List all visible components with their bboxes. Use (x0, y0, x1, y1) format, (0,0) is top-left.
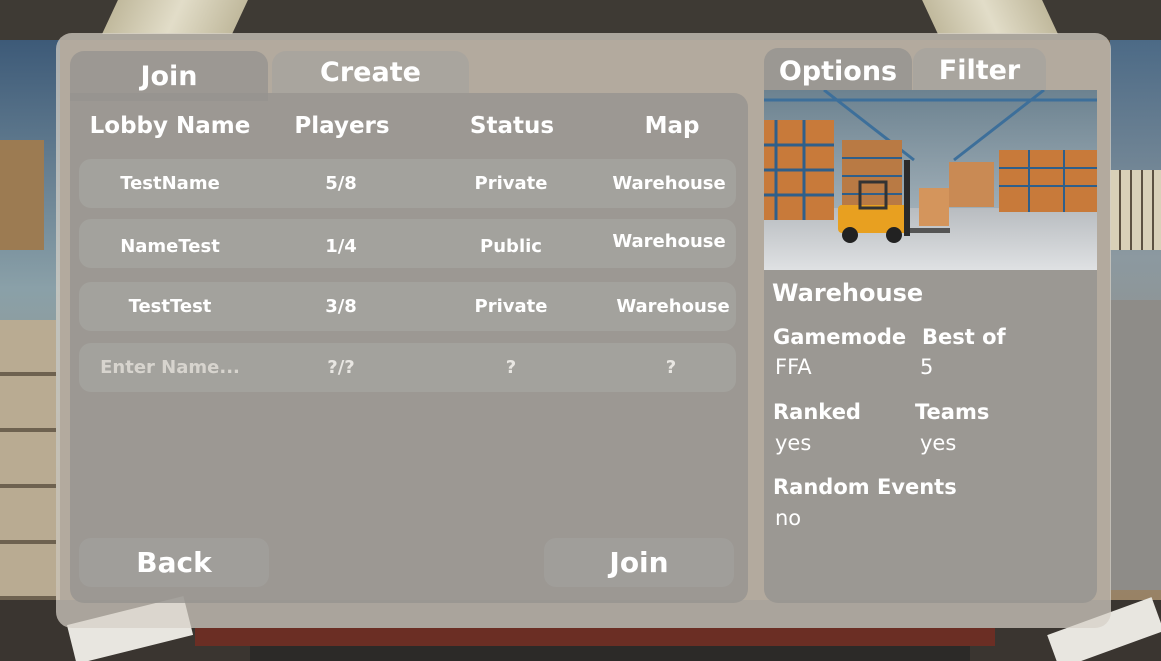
random-events-label: Random Events (773, 475, 957, 499)
lobby-name: NameTest (120, 236, 220, 257)
best-of-value: 5 (920, 355, 934, 379)
lobby-name: TestTest (128, 296, 212, 317)
lobby-name-cell (79, 343, 261, 392)
lobby-row[interactable]: NameTest 1/4 Public Warehouse (79, 219, 736, 268)
new-lobby-map: ? (665, 357, 677, 378)
column-header-map: Map (644, 113, 700, 139)
column-header-players: Players (294, 113, 390, 139)
lobby-map: Warehouse (612, 173, 726, 194)
lobby-name-input[interactable] (85, 356, 255, 379)
lobby-map: Warehouse (612, 231, 726, 252)
lobby-status: Public (480, 236, 542, 257)
ranked-value: yes (775, 431, 812, 455)
teams-value: yes (920, 431, 957, 455)
new-lobby-status: ? (505, 357, 517, 378)
tab-create[interactable]: Create (272, 51, 469, 93)
lobby-status: Private (474, 296, 548, 317)
lobby-map: Warehouse (616, 296, 730, 317)
lobby-status: Private (474, 173, 548, 194)
column-header-lobby-name: Lobby Name (89, 113, 251, 139)
best-of-label: Best of (922, 325, 1006, 349)
ranked-label: Ranked (773, 400, 861, 424)
selected-map-title: Warehouse (772, 279, 924, 307)
random-events-value: no (775, 506, 802, 530)
lobby-row[interactable]: TestName 5/8 Private Warehouse (79, 159, 736, 208)
lobby-row[interactable]: TestTest 3/8 Private Warehouse (79, 282, 736, 331)
gamemode-label: Gamemode (773, 325, 907, 349)
new-lobby-row: ?/? ? ? (79, 343, 736, 392)
lobby-name: TestName (120, 173, 220, 194)
column-header-status: Status (469, 113, 555, 139)
gamemode-value: FFA (775, 355, 812, 379)
tab-filter[interactable]: Filter (913, 48, 1046, 92)
join-button[interactable]: Join (544, 538, 734, 587)
lobby-players: 5/8 (325, 173, 357, 194)
back-button[interactable]: Back (79, 538, 269, 587)
teams-label: Teams (915, 400, 990, 424)
new-lobby-players: ?/? (327, 357, 355, 378)
tab-options[interactable]: Options (764, 48, 912, 94)
lobby-players: 1/4 (325, 236, 357, 257)
map-preview-image (764, 90, 1097, 270)
lobby-players: 3/8 (325, 296, 357, 317)
